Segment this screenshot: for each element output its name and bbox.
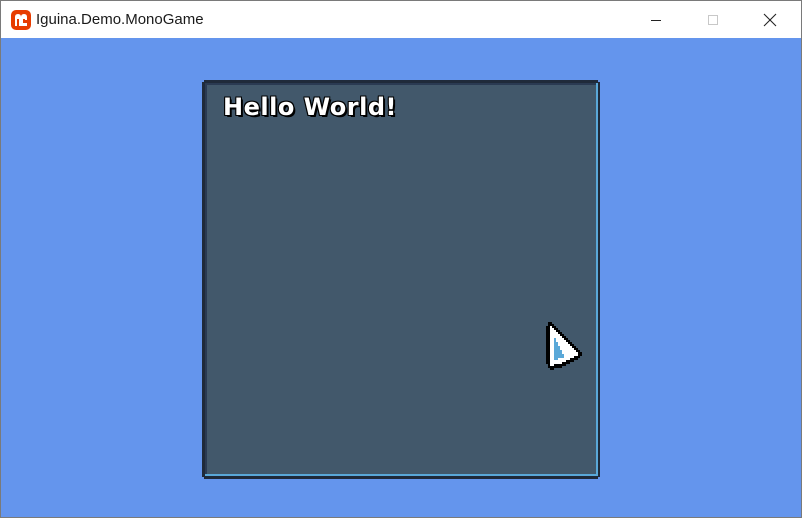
pixel-arrow-cursor-icon xyxy=(546,322,582,370)
close-button[interactable] xyxy=(747,1,793,38)
maximize-button[interactable] xyxy=(690,1,736,38)
maximize-icon xyxy=(708,14,718,25)
window-title: Iguina.Demo.MonoGame xyxy=(36,11,204,28)
app-window: Iguina.Demo.MonoGame Hello World! xyxy=(0,0,802,518)
ui-panel xyxy=(202,80,600,479)
panel-label: Hello World! xyxy=(223,93,397,121)
monogame-logo-icon xyxy=(11,10,31,30)
panel-fill xyxy=(207,85,596,474)
minimize-button[interactable] xyxy=(633,1,679,38)
minimize-icon xyxy=(651,19,661,21)
game-viewport[interactable]: Hello World! xyxy=(1,38,801,517)
close-icon xyxy=(763,13,777,26)
title-bar[interactable]: Iguina.Demo.MonoGame xyxy=(1,1,801,38)
